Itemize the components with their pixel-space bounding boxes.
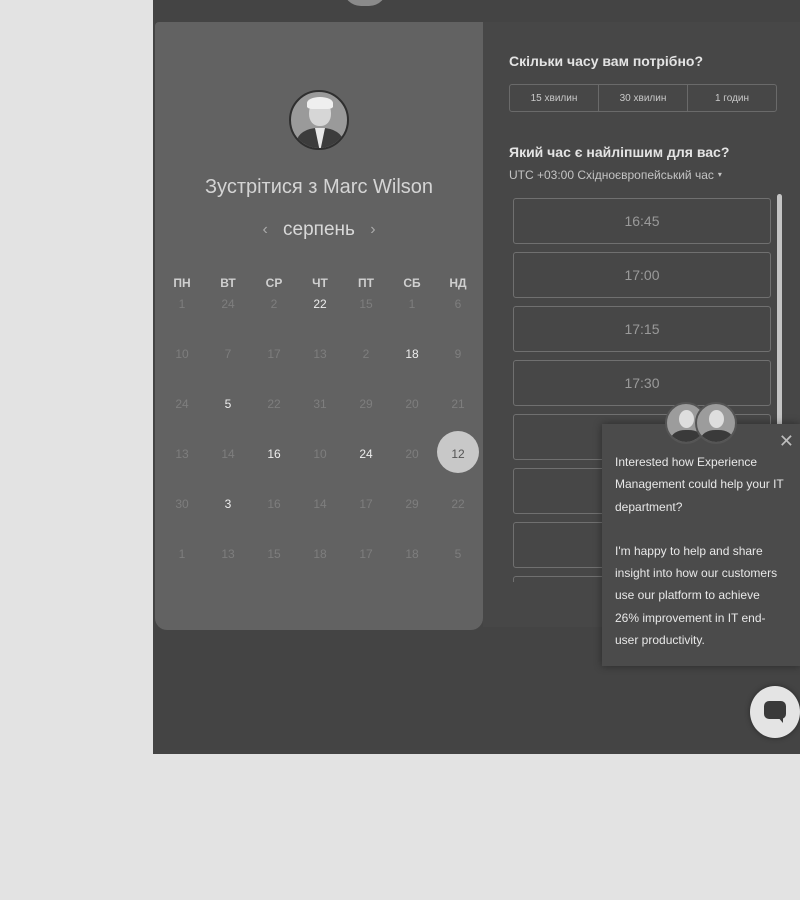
- calendar-day-number: 24: [359, 447, 373, 461]
- timezone-label: UTC +03:00 Східноєвропейський час: [509, 168, 714, 182]
- calendar-day-number: 29: [359, 397, 373, 411]
- slot-scrollbar[interactable]: [777, 194, 782, 430]
- calendar-day-number: 2: [362, 347, 370, 361]
- weekday-label: ПН: [173, 276, 191, 290]
- calendar-day-number: 15: [267, 547, 281, 561]
- prev-month-icon[interactable]: ‹: [252, 221, 277, 238]
- calendar-day-number: 29: [405, 497, 419, 511]
- weekday-label: НД: [449, 276, 467, 290]
- calendar-day: 13: [205, 548, 251, 604]
- calendar-day-number: 13: [313, 347, 327, 361]
- calendar-day-number: 10: [313, 447, 327, 461]
- calendar-day-number: 20: [405, 397, 419, 411]
- next-month-icon[interactable]: ›: [360, 221, 385, 238]
- calendar-day-number: 7: [224, 347, 232, 361]
- month-navigation: ‹ серпень ›: [155, 219, 483, 241]
- calendar-day-number: 13: [221, 547, 235, 561]
- calendar-day-number: 24: [175, 397, 189, 411]
- calendar-day-number: 22: [451, 497, 465, 511]
- chat-message-paragraph: Interested how Experience Management cou…: [615, 455, 784, 514]
- calendar-grid: 1 24 2 22 15 1 6 10 7 17 13 2 18 9 24 5 22 31 29 20 21 13 14 16…: [159, 298, 481, 604]
- calendar-day: 18: [389, 548, 435, 604]
- time-slot[interactable]: 17:30: [513, 360, 771, 406]
- duration-option-60[interactable]: 1 годин: [688, 85, 776, 111]
- duration-option-30[interactable]: 30 хвилин: [599, 85, 688, 111]
- calendar-day-number: 1: [178, 547, 186, 561]
- calendar-day-number: 22: [313, 297, 327, 311]
- calendar-day-number: 1: [178, 297, 186, 311]
- host-avatar: [289, 90, 349, 150]
- calendar-day-number: 14: [221, 447, 235, 461]
- calendar-day: 15: [251, 548, 297, 604]
- duration-selector: 15 хвилин 30 хвилин 1 годин: [509, 84, 777, 112]
- calendar-day-number: 13: [175, 447, 189, 461]
- weekday-label: ВТ: [220, 276, 236, 290]
- time-slot[interactable]: 17:00: [513, 252, 771, 298]
- agent-avatar: [695, 402, 737, 444]
- calendar-day-number: 17: [359, 547, 373, 561]
- close-icon[interactable]: ✕: [779, 432, 794, 450]
- calendar-day-number: 18: [405, 547, 419, 561]
- calendar-panel: Зустрітися з Marc Wilson ‹ серпень › ПН …: [155, 22, 483, 630]
- duration-question: Скільки часу вам потрібно?: [509, 53, 704, 69]
- calendar-day-number: 12: [451, 447, 465, 461]
- calendar-day-number: 21: [451, 397, 465, 411]
- time-slot[interactable]: 16:45: [513, 198, 771, 244]
- calendar-day-number: 16: [267, 447, 281, 461]
- calendar-day-number: 9: [454, 347, 462, 361]
- month-label: серпень: [283, 219, 355, 240]
- time-question: Який час є найліпшим для вас?: [509, 144, 730, 160]
- calendar-day: 18: [297, 548, 343, 604]
- calendar-day-number: 16: [267, 497, 281, 511]
- calendar-day-number: 18: [313, 547, 327, 561]
- calendar-day-number: 6: [454, 297, 462, 311]
- logo-icon: [343, 0, 387, 6]
- calendar-day-number: 15: [359, 297, 373, 311]
- calendar-day-number: 18: [405, 347, 419, 361]
- calendar-day: 5: [435, 548, 481, 604]
- calendar-day-number: 10: [175, 347, 189, 361]
- duration-option-15[interactable]: 15 хвилин: [510, 85, 599, 111]
- calendar-day-number: 31: [313, 397, 327, 411]
- chat-popup: ✕ Interested how Experience Management c…: [602, 424, 800, 666]
- calendar-day-number: 5: [454, 547, 462, 561]
- calendar-day-number: 5: [224, 397, 232, 411]
- calendar-day-number: 22: [267, 397, 281, 411]
- chat-launcher-button[interactable]: [750, 686, 800, 738]
- weekday-label: ЧТ: [312, 276, 328, 290]
- chat-message-paragraph: I'm happy to help and share insight into…: [615, 543, 778, 648]
- chat-message: Interested how Experience Management cou…: [615, 451, 787, 651]
- calendar-day-number: 17: [359, 497, 373, 511]
- chat-agent-avatars: [665, 402, 737, 448]
- chevron-down-icon: ▾: [717, 170, 722, 179]
- calendar-day-number: 24: [221, 297, 235, 311]
- weekday-header: ПН ВТ СР ЧТ ПТ СБ НД: [159, 276, 481, 290]
- calendar-day: 17: [343, 548, 389, 604]
- calendar-day: 1: [159, 548, 205, 604]
- calendar-day-number: 1: [408, 297, 416, 311]
- calendar-day-number: 17: [267, 347, 281, 361]
- weekday-label: ПТ: [358, 276, 374, 290]
- timezone-selector[interactable]: UTC +03:00 Східноєвропейський час ▾: [509, 168, 722, 182]
- weekday-label: СР: [265, 276, 283, 290]
- time-slot[interactable]: 17:15: [513, 306, 771, 352]
- calendar-day-number: 14: [313, 497, 327, 511]
- weekday-label: СБ: [403, 276, 421, 290]
- calendar-day-number: 3: [224, 497, 232, 511]
- calendar-day-number: 30: [175, 497, 189, 511]
- scheduler-frame: Зустрітися з Marc Wilson ‹ серпень › ПН …: [153, 0, 800, 754]
- calendar-day-number: 20: [405, 447, 419, 461]
- calendar-day-number: 2: [270, 297, 278, 311]
- meet-title: Зустрітися з Marc Wilson: [204, 176, 434, 198]
